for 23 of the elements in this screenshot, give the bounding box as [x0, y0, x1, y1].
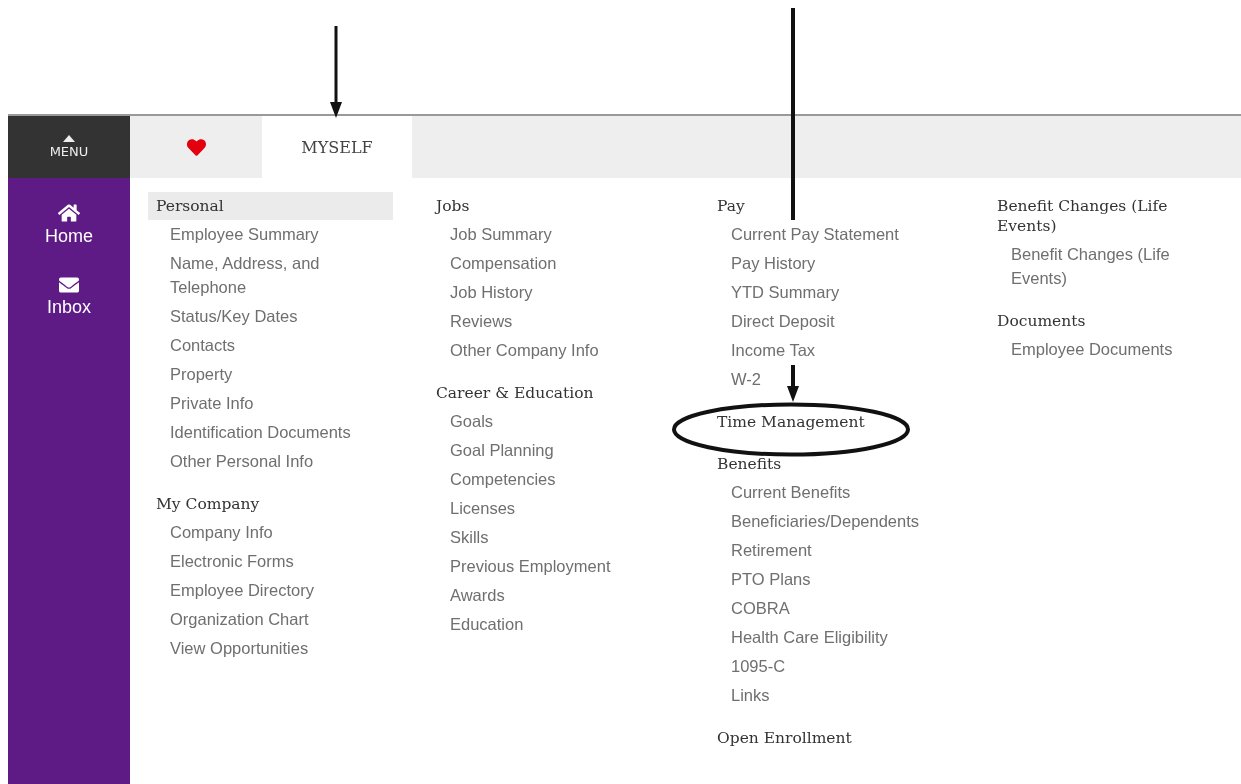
section-heading[interactable]: Benefits	[709, 450, 969, 478]
menu-link[interactable]: Income Tax	[731, 336, 816, 365]
section-heading[interactable]: Pay	[709, 192, 969, 220]
heart-icon	[186, 137, 206, 157]
nav-item[interactable]: Inbox	[46, 275, 91, 318]
home-icon	[58, 202, 80, 224]
menu-link[interactable]: YTD Summary	[731, 278, 840, 307]
section-heading[interactable]: Jobs	[428, 192, 688, 220]
section-heading[interactable]: Career & Education	[428, 379, 688, 407]
nav-item[interactable]: Home	[45, 202, 93, 247]
section-heading[interactable]: Documents	[989, 307, 1199, 335]
tab[interactable]: MYSELF	[262, 116, 412, 178]
section-heading[interactable]: Personal	[148, 192, 393, 220]
menu-link[interactable]: Pay History	[731, 249, 816, 278]
caret-icon	[63, 135, 75, 142]
menu-button[interactable]: MENU	[8, 116, 130, 178]
section-heading[interactable]: My Company	[148, 490, 393, 518]
section-heading[interactable]: Open Enrollment	[709, 724, 969, 752]
menu-link[interactable]: Current Pay Statement	[731, 220, 899, 249]
section-heading[interactable]: Time Management	[709, 408, 969, 436]
envelope-icon	[59, 275, 79, 295]
section-heading[interactable]: Benefit Changes (Life Events)	[989, 192, 1199, 240]
menu-link[interactable]: Direct Deposit	[731, 307, 835, 336]
